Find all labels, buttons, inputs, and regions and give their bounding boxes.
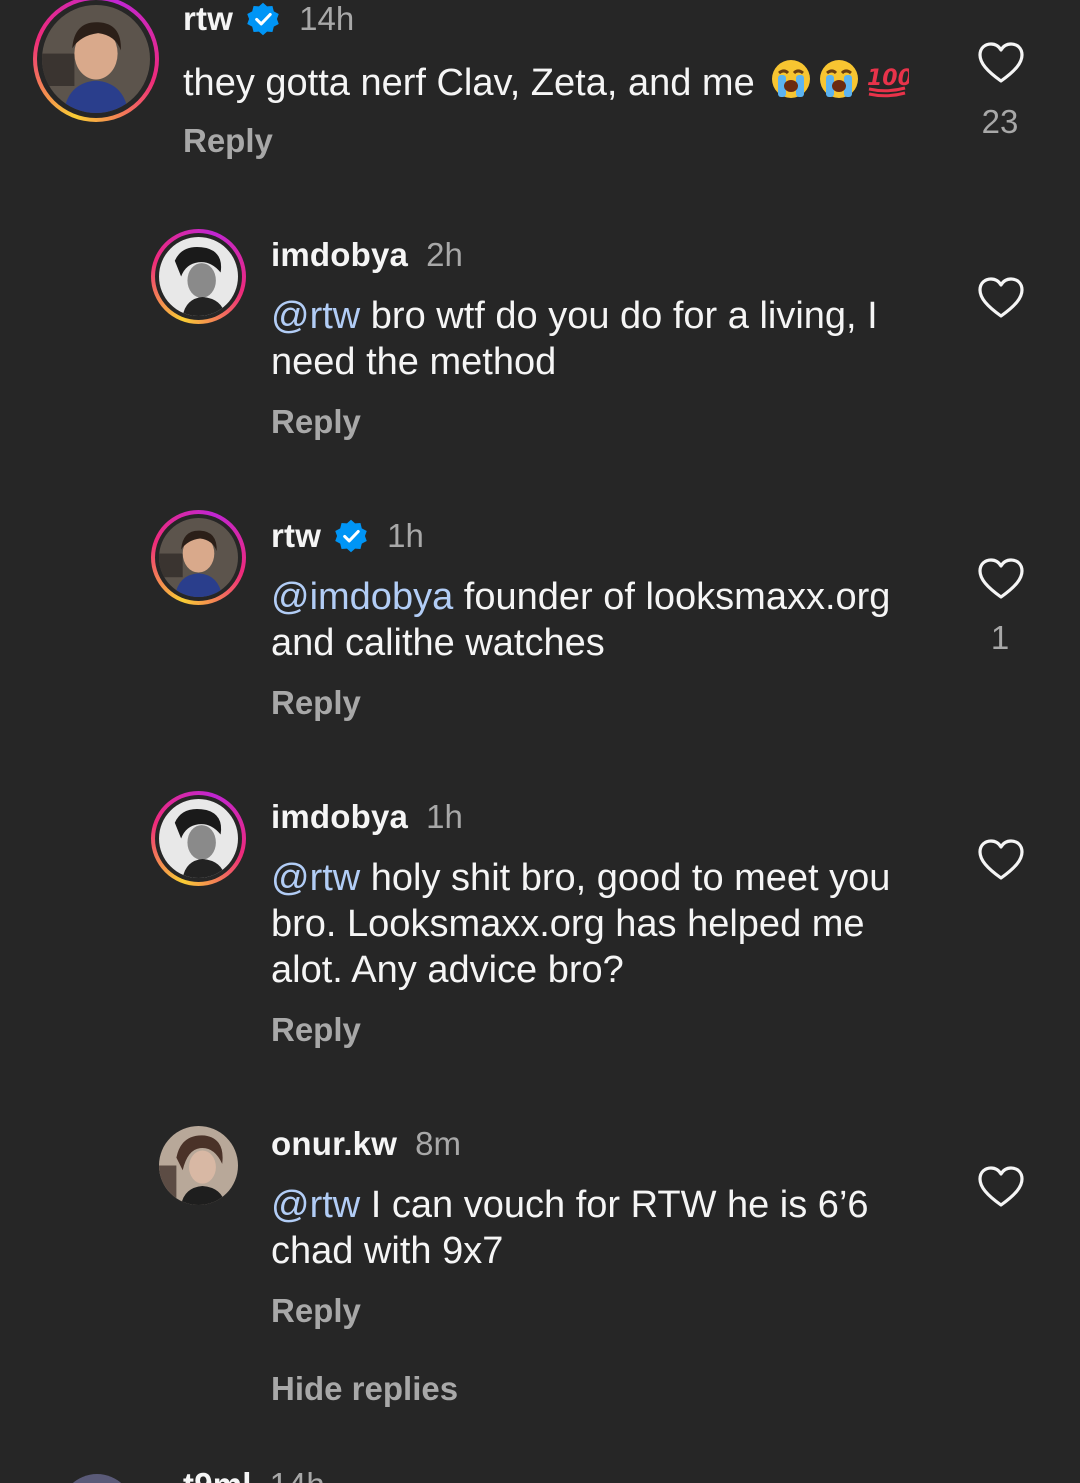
timestamp: 14h — [299, 0, 355, 37]
username[interactable]: onur.kw — [271, 1125, 397, 1163]
comment-text: @rtw I can vouch for RTW he is 6’6 chad … — [271, 1182, 921, 1274]
like-count: 1 — [990, 619, 1010, 656]
comment-body: holy shit bro, good to meet you bro. Loo… — [271, 857, 891, 991]
timestamp: 14h — [270, 1466, 325, 1483]
comment-body: they gotta nerf Clav, Zeta, and me — [183, 62, 755, 104]
timestamp: 1h — [426, 798, 463, 835]
reply-button[interactable]: Reply — [271, 403, 361, 441]
comment-text: @rtw holy shit bro, good to meet you bro… — [271, 855, 921, 993]
profile-photo-imdobya — [159, 237, 238, 316]
comment-text: they gotta nerf Clav, Zeta, and me 100 — [183, 57, 943, 106]
username[interactable]: imdobya — [271, 236, 408, 274]
comments-thread: rtw 14h they gotta nerf Clav, Zeta, and … — [0, 0, 1080, 1483]
avatar[interactable] — [151, 510, 246, 605]
timestamp: 8m — [415, 1125, 461, 1162]
mention-link[interactable]: @rtw — [271, 857, 360, 899]
profile-photo-onur-kw — [159, 1126, 238, 1205]
comment-body: bro wtf do you do for a living, I need t… — [271, 295, 878, 383]
mention-link[interactable]: @rtw — [271, 1184, 360, 1226]
verified-badge-icon — [335, 519, 367, 553]
reply-button[interactable]: Reply — [183, 122, 273, 160]
reply-button[interactable]: Reply — [271, 684, 361, 722]
crying-face-emoji-icon — [772, 60, 811, 98]
reply-button[interactable]: Reply — [271, 1292, 361, 1330]
heart-icon[interactable] — [977, 41, 1025, 85]
heart-icon[interactable] — [977, 838, 1025, 882]
next-comment-peek: t9ml 14h — [0, 1460, 1080, 1483]
avatar[interactable] — [60, 1474, 134, 1483]
username[interactable]: t9ml — [183, 1466, 252, 1483]
timestamp: 1h — [387, 517, 424, 554]
mention-link[interactable]: @imdobya — [271, 576, 453, 618]
mention-link[interactable]: @rtw — [271, 295, 360, 337]
profile-photo-imdobya — [159, 799, 238, 878]
avatar[interactable] — [33, 0, 159, 122]
profile-photo-rtw — [159, 518, 238, 597]
verified-badge-icon — [247, 2, 279, 36]
profile-photo-rtw — [42, 5, 150, 113]
heart-icon[interactable] — [977, 276, 1025, 320]
username[interactable]: rtw — [183, 0, 233, 38]
crying-face-emoji-icon — [820, 60, 859, 98]
avatar[interactable] — [159, 1126, 238, 1205]
like-count: 23 — [981, 103, 1019, 140]
timestamp: 2h — [426, 236, 463, 273]
heart-icon[interactable] — [977, 557, 1025, 601]
comment-text: @rtw bro wtf do you do for a living, I n… — [271, 293, 921, 385]
username[interactable]: imdobya — [271, 798, 408, 836]
avatar[interactable] — [151, 791, 246, 886]
hundred-points-emoji-icon: 100 — [867, 66, 909, 98]
hide-replies-button[interactable]: Hide replies — [271, 1370, 458, 1408]
reply-button[interactable]: Reply — [271, 1011, 361, 1049]
avatar[interactable] — [151, 229, 246, 324]
username[interactable]: rtw — [271, 517, 321, 555]
comment-body: I can vouch for RTW he is 6’6 chad with … — [271, 1184, 869, 1272]
heart-icon[interactable] — [977, 1165, 1025, 1209]
comment-text: @imdobya founder of looksmaxx.org and ca… — [271, 574, 921, 666]
